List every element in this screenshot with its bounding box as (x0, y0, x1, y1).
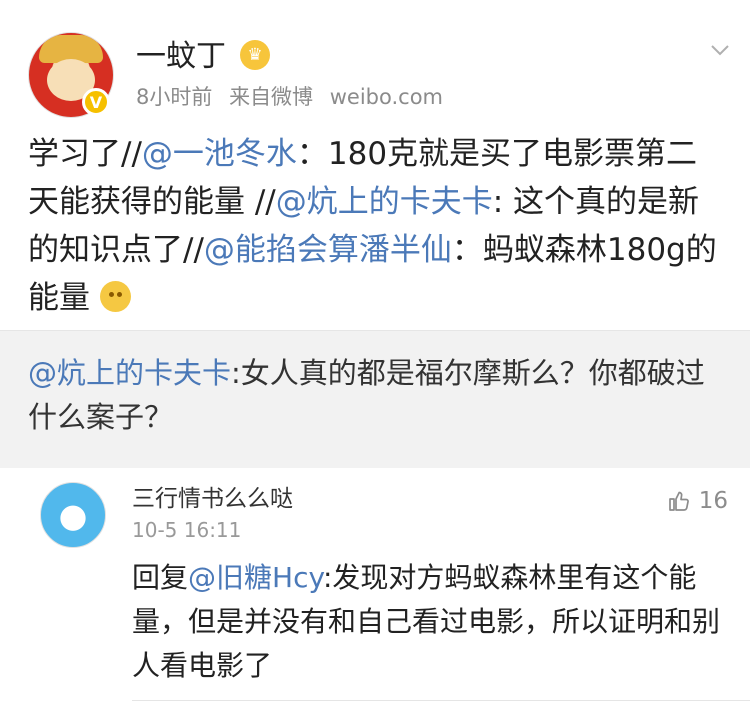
reply-mention-link[interactable]: @旧糖Hcy (188, 561, 323, 594)
commenter-name[interactable]: 三行情书么么哒 (132, 484, 293, 514)
mention-link-2[interactable]: @炕上的卡夫卡 (276, 184, 493, 220)
verified-badge-icon: V (82, 88, 110, 116)
like-count: 16 (698, 488, 728, 514)
comment-item[interactable]: 三行情书么么哒 10-5 16:11 16 回复@旧糖Hcy:发现对方蚂蚁森林里… (0, 468, 750, 701)
quoted-message[interactable]: @炕上的卡夫卡:女人真的都是福尔摩斯么？你都破过什么案子？ (0, 330, 750, 451)
post-time: 8小时前 (136, 85, 213, 109)
thumb-up-icon (667, 489, 691, 513)
source-link[interactable]: weibo.com (330, 85, 443, 109)
post-content: 学习了//@一池冬水：180克就是买了电影票第二天能获得的能量 //@炕上的卡夫… (28, 130, 728, 322)
commenter-avatar[interactable] (40, 482, 106, 548)
chevron-down-icon[interactable] (708, 38, 732, 62)
author-name[interactable]: 一蚊丁 (136, 38, 226, 76)
post-meta: 8小时前 来自微博 weibo.com (136, 84, 453, 110)
emoji-icon (99, 281, 131, 312)
quote-mention-link[interactable]: @炕上的卡夫卡 (28, 356, 231, 390)
like-button[interactable]: 16 (667, 486, 728, 516)
mention-link-3[interactable]: @能掐会算潘半仙 (204, 232, 452, 268)
section-divider (0, 450, 750, 468)
quote-text: @炕上的卡夫卡:女人真的都是福尔摩斯么？你都破过什么案子？ (28, 351, 728, 439)
reply-prefix: 回复 (132, 561, 189, 594)
comment-time: 10-5 16:11 (132, 518, 242, 542)
mention-link-1[interactable]: @一池冬水 (142, 136, 297, 172)
crown-icon: ♛ (240, 40, 270, 70)
comment-body: 回复@旧糖Hcy:发现对方蚂蚁森林里有这个能量，但是并没有和自己看过电影，所以证… (132, 556, 722, 688)
source-prefix: 来自微博 (229, 85, 314, 109)
thumb-up-svg (668, 491, 689, 511)
chevron-down-svg (711, 45, 729, 56)
content-prefix: 学习了// (28, 136, 142, 172)
weibo-post-card: V 一蚊丁 ♛ 8小时前 来自微博 weibo.com 学习了//@一池冬水：1… (0, 0, 750, 330)
